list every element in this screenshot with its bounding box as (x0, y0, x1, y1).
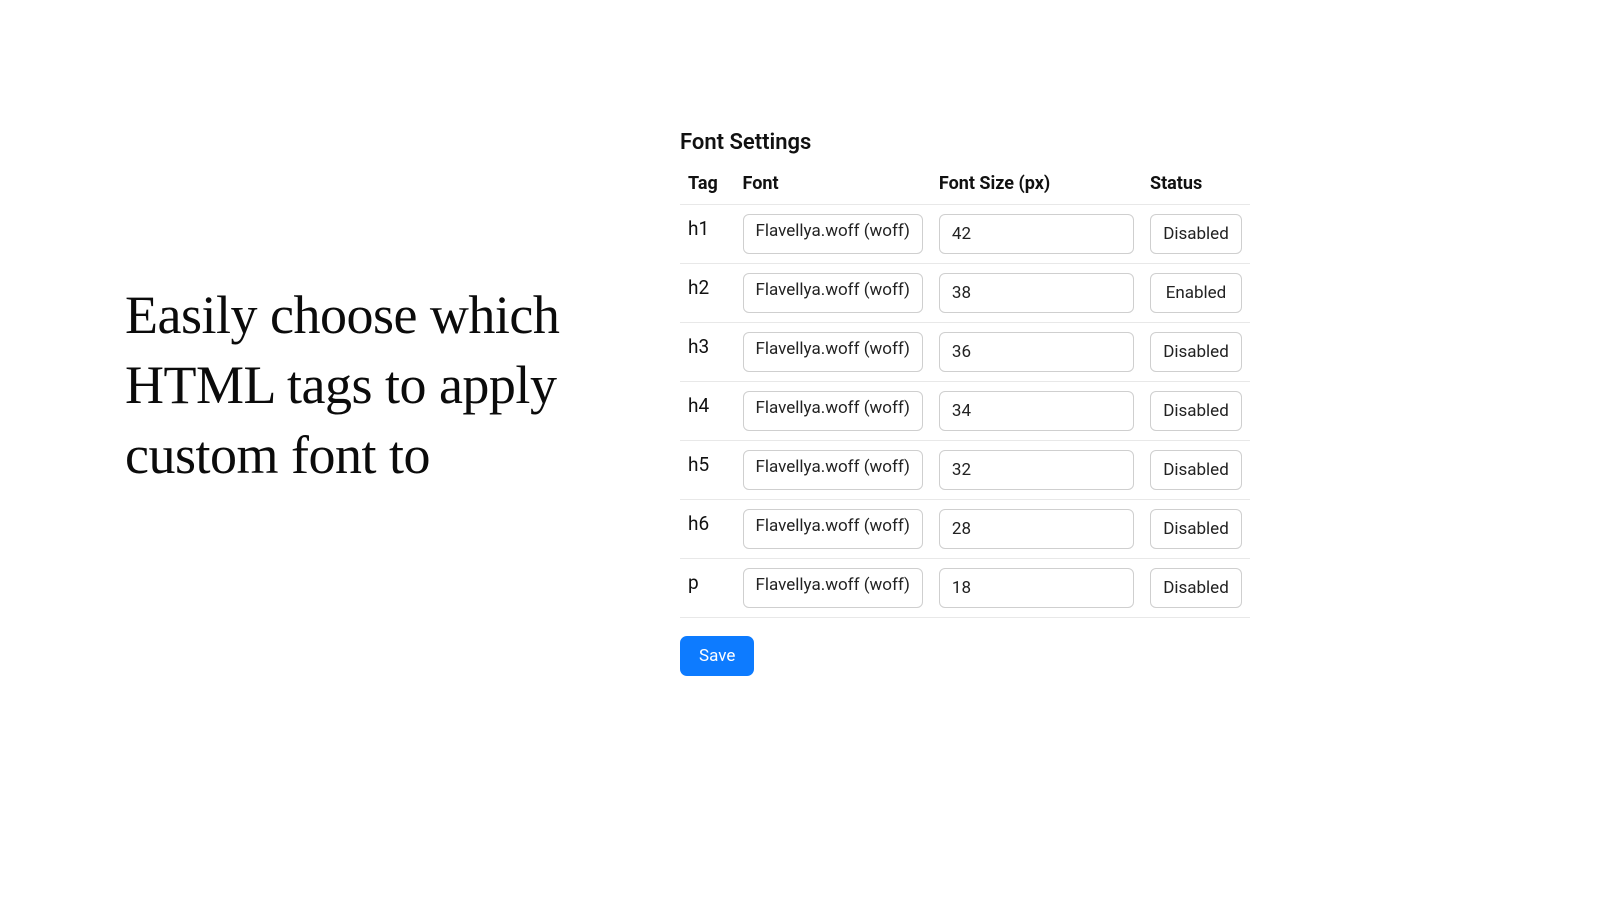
panel-title: Font Settings (680, 130, 1250, 155)
tag-label: h6 (680, 500, 735, 559)
font-size-input[interactable] (939, 332, 1134, 372)
tag-label: p (680, 559, 735, 618)
column-header-size: Font Size (px) (931, 167, 1142, 205)
font-size-input[interactable] (939, 214, 1134, 254)
font-select[interactable]: Flavellya.woff (woff) (743, 509, 923, 549)
status-toggle-button[interactable]: Disabled (1150, 509, 1242, 549)
table-row: h3 Flavellya.woff (woff) Disabled (680, 323, 1250, 382)
tag-label: h2 (680, 264, 735, 323)
status-toggle-button[interactable]: Disabled (1150, 568, 1242, 608)
marketing-headline: Easily choose which HTML tags to apply c… (125, 280, 600, 491)
table-row: h2 Flavellya.woff (woff) Enabled (680, 264, 1250, 323)
font-size-input[interactable] (939, 391, 1134, 431)
status-toggle-button[interactable]: Disabled (1150, 391, 1242, 431)
column-header-status: Status (1142, 167, 1250, 205)
font-select[interactable]: Flavellya.woff (woff) (743, 391, 923, 431)
font-select[interactable]: Flavellya.woff (woff) (743, 332, 923, 372)
column-header-font: Font (735, 167, 931, 205)
tag-label: h3 (680, 323, 735, 382)
font-select[interactable]: Flavellya.woff (woff) (743, 214, 923, 254)
font-size-input[interactable] (939, 568, 1134, 608)
table-row: p Flavellya.woff (woff) Disabled (680, 559, 1250, 618)
table-row: h6 Flavellya.woff (woff) Disabled (680, 500, 1250, 559)
font-size-input[interactable] (939, 509, 1134, 549)
font-select[interactable]: Flavellya.woff (woff) (743, 450, 923, 490)
status-toggle-button[interactable]: Disabled (1150, 450, 1242, 490)
font-size-input[interactable] (939, 450, 1134, 490)
status-toggle-button[interactable]: Disabled (1150, 332, 1242, 372)
font-size-input[interactable] (939, 273, 1134, 313)
tag-label: h4 (680, 382, 735, 441)
tag-label: h5 (680, 441, 735, 500)
status-toggle-button[interactable]: Enabled (1150, 273, 1242, 313)
font-select[interactable]: Flavellya.woff (woff) (743, 568, 923, 608)
column-header-tag: Tag (680, 167, 735, 205)
font-select[interactable]: Flavellya.woff (woff) (743, 273, 923, 313)
tag-label: h1 (680, 205, 735, 264)
table-row: h4 Flavellya.woff (woff) Disabled (680, 382, 1250, 441)
table-row: h5 Flavellya.woff (woff) Disabled (680, 441, 1250, 500)
table-row: h1 Flavellya.woff (woff) Disabled (680, 205, 1250, 264)
status-toggle-button[interactable]: Disabled (1150, 214, 1242, 254)
save-button[interactable]: Save (680, 636, 754, 676)
font-settings-table: Tag Font Font Size (px) Status h1 Flavel… (680, 167, 1250, 618)
